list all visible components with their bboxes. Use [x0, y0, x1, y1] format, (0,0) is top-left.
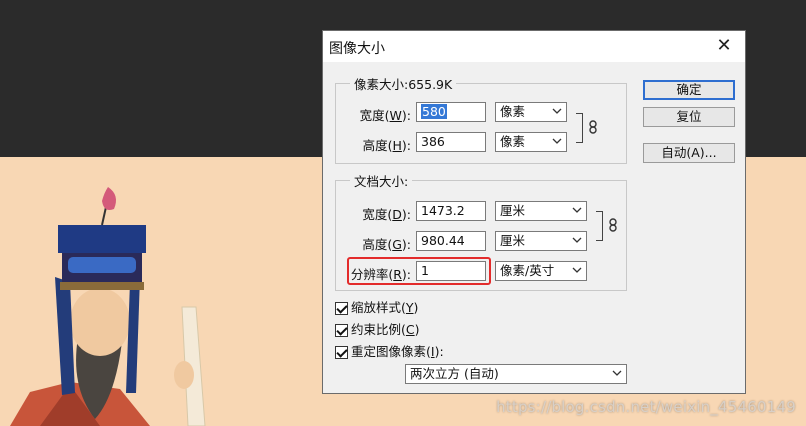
doc-width-input[interactable]: 1473.2: [416, 201, 486, 221]
doc-height-label: 高度(G):: [362, 237, 411, 252]
pixel-height-unit-select[interactable]: 像素: [495, 132, 567, 152]
doc-width-unit-select[interactable]: 厘米: [495, 201, 587, 221]
chevron-down-icon: [612, 370, 622, 376]
resample-image-checkbox[interactable]: 重定图像像素(I):: [335, 341, 444, 359]
close-icon[interactable]: ✕: [711, 34, 737, 58]
chevron-down-icon: [552, 108, 562, 114]
chevron-down-icon: [572, 237, 582, 243]
ok-button[interactable]: 确定: [643, 80, 735, 100]
pixel-dimensions-legend: 像素大小:655.9K: [354, 77, 453, 92]
portrait-illustration: [10, 187, 206, 426]
checkmark-icon[interactable]: [335, 324, 348, 337]
chain-link-icon: [609, 218, 617, 232]
watermark-text: https://blog.csdn.net/weixin_45460149: [496, 398, 796, 416]
chevron-down-icon: [572, 267, 582, 273]
chevron-down-icon: [572, 207, 582, 213]
resample-method-select[interactable]: 两次立方 (自动): [405, 364, 627, 384]
pixel-width-unit-select[interactable]: 像素: [495, 102, 567, 122]
dialog-title: 图像大小: [329, 41, 385, 57]
checkmark-icon[interactable]: [335, 302, 348, 315]
resolution-unit-select[interactable]: 像素/英寸: [495, 261, 587, 281]
title-bar: 图像大小 ✕: [323, 31, 745, 62]
pixel-width-label: 宽度(W):: [359, 108, 411, 123]
scale-styles-checkbox[interactable]: 缩放样式(Y): [335, 297, 418, 315]
checkmark-icon[interactable]: [335, 346, 348, 359]
doc-constrain-bracket: [596, 211, 603, 241]
document-size-legend: 文档大小:: [354, 174, 409, 189]
reset-button[interactable]: 复位: [643, 107, 735, 127]
chevron-down-icon: [552, 138, 562, 144]
doc-width-label: 宽度(D):: [362, 207, 411, 222]
image-size-dialog: 图像大小 ✕ 像素大小:655.9K 宽度(W): 580 像素 高度(H): …: [322, 30, 746, 394]
pixel-height-input[interactable]: 386: [416, 132, 486, 152]
resolution-highlight-box: [347, 257, 491, 285]
doc-height-unit-select[interactable]: 厘米: [495, 231, 587, 251]
auto-button[interactable]: 自动(A)...: [643, 143, 735, 163]
constrain-proportions-checkbox[interactable]: 约束比例(C): [335, 319, 420, 337]
pixel-height-label: 高度(H):: [362, 138, 411, 153]
pixel-width-input[interactable]: 580: [416, 102, 486, 122]
pixel-constrain-bracket: [576, 113, 583, 143]
doc-height-input[interactable]: 980.44: [416, 231, 486, 251]
chain-link-icon: [589, 120, 597, 134]
